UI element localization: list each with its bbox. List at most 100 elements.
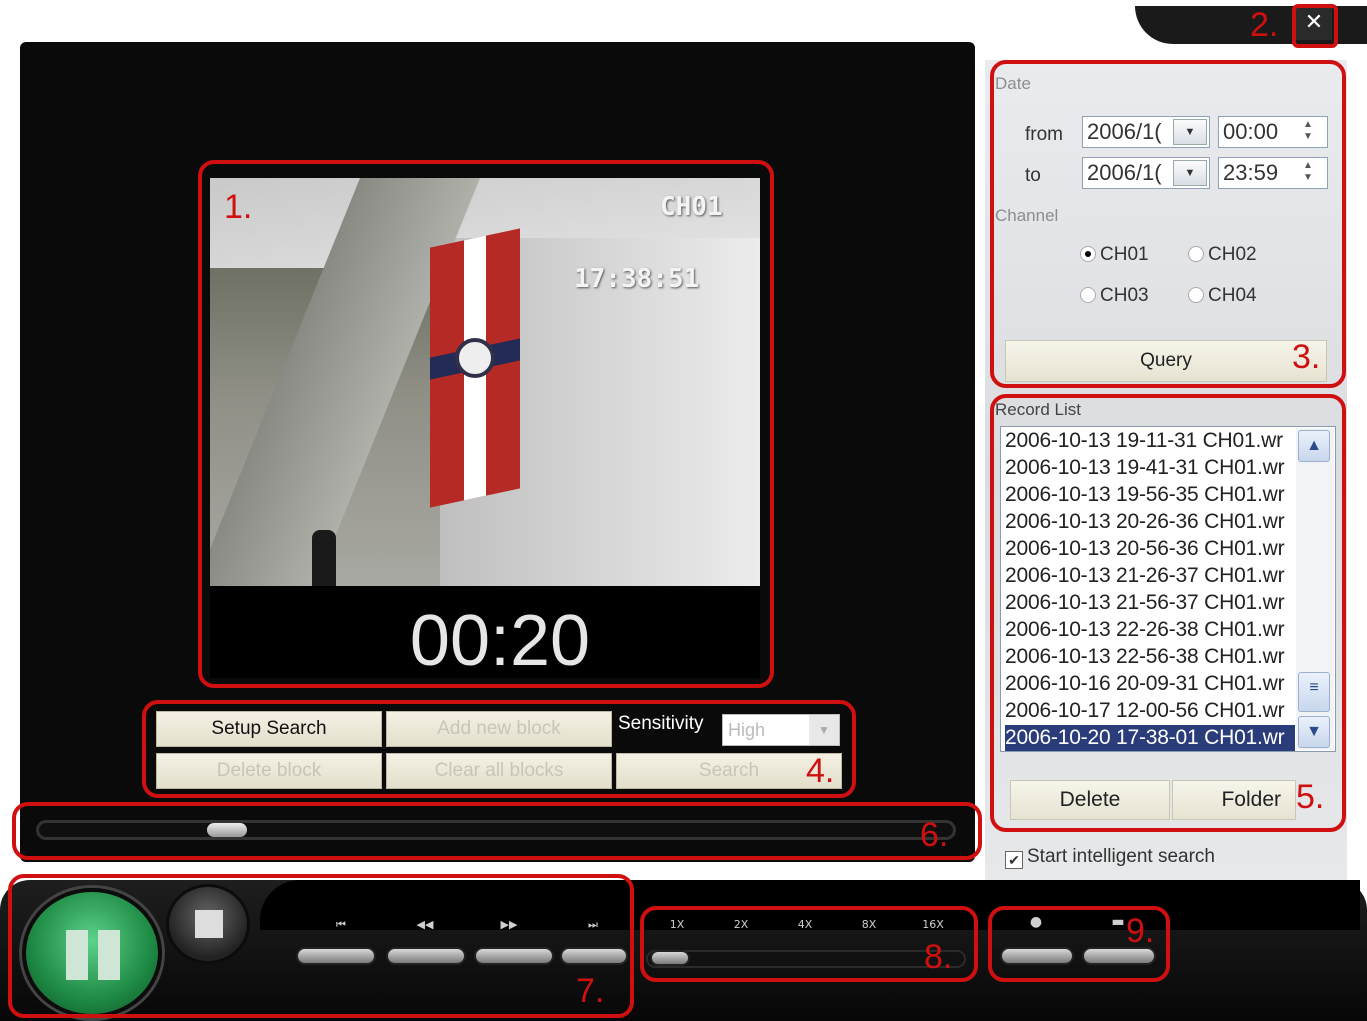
scene-object	[312, 530, 336, 586]
record-list-scrollbar[interactable]: ▲ ≡ ▼	[1296, 428, 1334, 750]
annotation-number: 2.	[1250, 6, 1279, 44]
annotation-number: 4.	[806, 752, 835, 790]
speed-label: 2X	[733, 918, 749, 931]
playback-timer: 00:20	[409, 601, 591, 681]
date-group-label: Date	[995, 74, 1031, 93]
channel-group-label: Channel	[995, 206, 1059, 225]
chevron-down-icon[interactable]: ▼	[809, 715, 839, 745]
pause-icon	[98, 930, 120, 980]
from-date-value: 2006/1(	[1087, 119, 1162, 144]
channel-radio-label: CH01	[1100, 244, 1149, 265]
annotation-number: 8.	[924, 938, 953, 976]
radio-dot[interactable]	[1188, 246, 1204, 262]
skip-back-button[interactable]	[296, 947, 376, 965]
clear-all-blocks-button[interactable]: Clear all blocks	[386, 753, 612, 789]
delete-block-button[interactable]: Delete block	[156, 753, 382, 789]
scene-flag-emblem	[455, 338, 495, 378]
skip-back-icon: ⏮	[336, 918, 346, 931]
spin-icon[interactable]: ▲ ▼	[1291, 119, 1325, 145]
close-button[interactable]: ✕	[1296, 8, 1332, 40]
annotation-number: 6.	[920, 816, 949, 854]
osd-timestamp: 17:38:51	[574, 264, 700, 294]
scroll-down-icon[interactable]: ▼	[1298, 716, 1330, 748]
record-list-item[interactable]: 2006-10-13 21-56-37 CH01.wr	[1005, 590, 1295, 616]
record-list-item[interactable]: 2006-10-13 22-26-38 CH01.wr	[1005, 617, 1295, 643]
intelligent-search-label: Start intelligent search	[1027, 846, 1215, 867]
stop-button[interactable]	[166, 884, 250, 964]
pause-button[interactable]	[22, 888, 162, 1018]
channel-radio-ch04[interactable]: CH04	[1188, 285, 1257, 307]
speed-label: 4X	[797, 918, 813, 931]
snapshot-button[interactable]	[1000, 947, 1074, 965]
checkbox-icon[interactable]: ✔	[1005, 851, 1023, 869]
record-list-item-selected[interactable]: 2006-10-20 17-38-01 CH01.wr	[1005, 725, 1295, 751]
radio-dot[interactable]	[1188, 287, 1204, 303]
annotation-number: 3.	[1292, 338, 1321, 376]
skip-forward-icon: ⏭	[588, 918, 598, 931]
to-time-spinner[interactable]: 23:59 ▲ ▼	[1218, 157, 1328, 189]
record-list[interactable]: 2006-10-13 19-11-31 CH01.wr 2006-10-13 1…	[1000, 426, 1336, 752]
setup-search-button[interactable]: Setup Search	[156, 711, 382, 747]
to-label: to	[1025, 165, 1041, 186]
annotation-number: 9.	[1126, 912, 1155, 950]
record-list-item[interactable]: 2006-10-13 19-56-35 CH01.wr	[1005, 482, 1295, 508]
pause-icon	[66, 930, 88, 980]
annotation-number: 5.	[1296, 778, 1325, 816]
query-button[interactable]: Query	[1005, 340, 1327, 382]
annotation-number: 7.	[576, 972, 605, 1010]
rewind-icon: ◀◀	[416, 918, 434, 931]
channel-radio-ch01[interactable]: CH01	[1080, 244, 1149, 266]
record-list-item[interactable]: 2006-10-13 19-41-31 CH01.wr	[1005, 455, 1295, 481]
spin-icon[interactable]: ▲ ▼	[1291, 160, 1325, 186]
channel-radio-label: CH04	[1208, 285, 1257, 306]
speed-label: 1X	[669, 918, 685, 931]
record-list-item[interactable]: 2006-10-13 21-26-37 CH01.wr	[1005, 563, 1295, 589]
stop-icon	[195, 910, 223, 938]
channel-radio-ch03[interactable]: CH03	[1080, 285, 1149, 307]
delete-button[interactable]: Delete	[1010, 780, 1170, 820]
to-date-value: 2006/1(	[1087, 160, 1162, 185]
folder-button[interactable]: Folder	[1172, 780, 1296, 820]
chevron-down-icon[interactable]: ▼	[1173, 160, 1207, 186]
record-list-item[interactable]: 2006-10-13 19-11-31 CH01.wr	[1005, 428, 1295, 454]
channel-radio-ch02[interactable]: CH02	[1188, 244, 1257, 266]
record-list-item[interactable]: 2006-10-16 20-09-31 CH01.wr	[1005, 671, 1295, 697]
osd-channel: CH01	[660, 192, 723, 222]
scroll-up-icon[interactable]: ▲	[1298, 430, 1330, 462]
speed-label: 8X	[861, 918, 877, 931]
fast-forward-icon: ▶▶	[500, 918, 518, 931]
video-display	[210, 178, 760, 586]
record-list-label: Record List	[995, 400, 1081, 419]
from-date-picker[interactable]: 2006/1( ▼	[1082, 116, 1210, 148]
speed-label: 16X	[922, 918, 944, 931]
add-new-block-button[interactable]: Add new block	[386, 711, 612, 747]
from-time-spinner[interactable]: 00:00 ▲ ▼	[1218, 116, 1328, 148]
annotation-number: 1.	[224, 188, 253, 226]
intelligent-search-checkbox[interactable]: ✔ Start intelligent search	[1005, 846, 1215, 869]
from-time-value: 00:00	[1223, 119, 1279, 144]
sensitivity-select[interactable]: High ▼	[722, 714, 840, 746]
channel-radio-label: CH03	[1100, 285, 1149, 306]
snapshot-icon: ●	[1029, 914, 1043, 930]
sensitivity-value: High	[728, 720, 766, 740]
chevron-down-icon[interactable]: ▼	[1173, 119, 1207, 145]
to-time-value: 23:59	[1223, 160, 1279, 185]
radio-dot[interactable]	[1080, 287, 1096, 303]
record-list-item[interactable]: 2006-10-13 22-56-38 CH01.wr	[1005, 644, 1295, 670]
to-date-picker[interactable]: 2006/1( ▼	[1082, 157, 1210, 189]
record-list-item[interactable]: 2006-10-13 20-26-36 CH01.wr	[1005, 509, 1295, 535]
scroll-thumb[interactable]: ≡	[1298, 672, 1330, 712]
radio-dot[interactable]	[1080, 246, 1096, 262]
seek-thumb[interactable]	[207, 823, 247, 837]
record-list-item[interactable]: 2006-10-17 12-00-56 CH01.wr	[1005, 698, 1295, 724]
sensitivity-label: Sensitivity	[618, 713, 704, 734]
skip-forward-button[interactable]	[560, 947, 628, 965]
fast-forward-button[interactable]	[474, 947, 554, 965]
dvr-playback-window: ✕ CH01 17:38:51 00:20 Setup Search Add n…	[0, 0, 1367, 1021]
record-list-item[interactable]: 2006-10-13 20-56-36 CH01.wr	[1005, 536, 1295, 562]
rewind-button[interactable]	[386, 947, 466, 965]
speed-slider-thumb[interactable]	[650, 950, 690, 966]
seek-bar[interactable]	[36, 820, 956, 840]
speed-slider[interactable]	[646, 950, 966, 968]
channel-radio-label: CH02	[1208, 244, 1257, 265]
